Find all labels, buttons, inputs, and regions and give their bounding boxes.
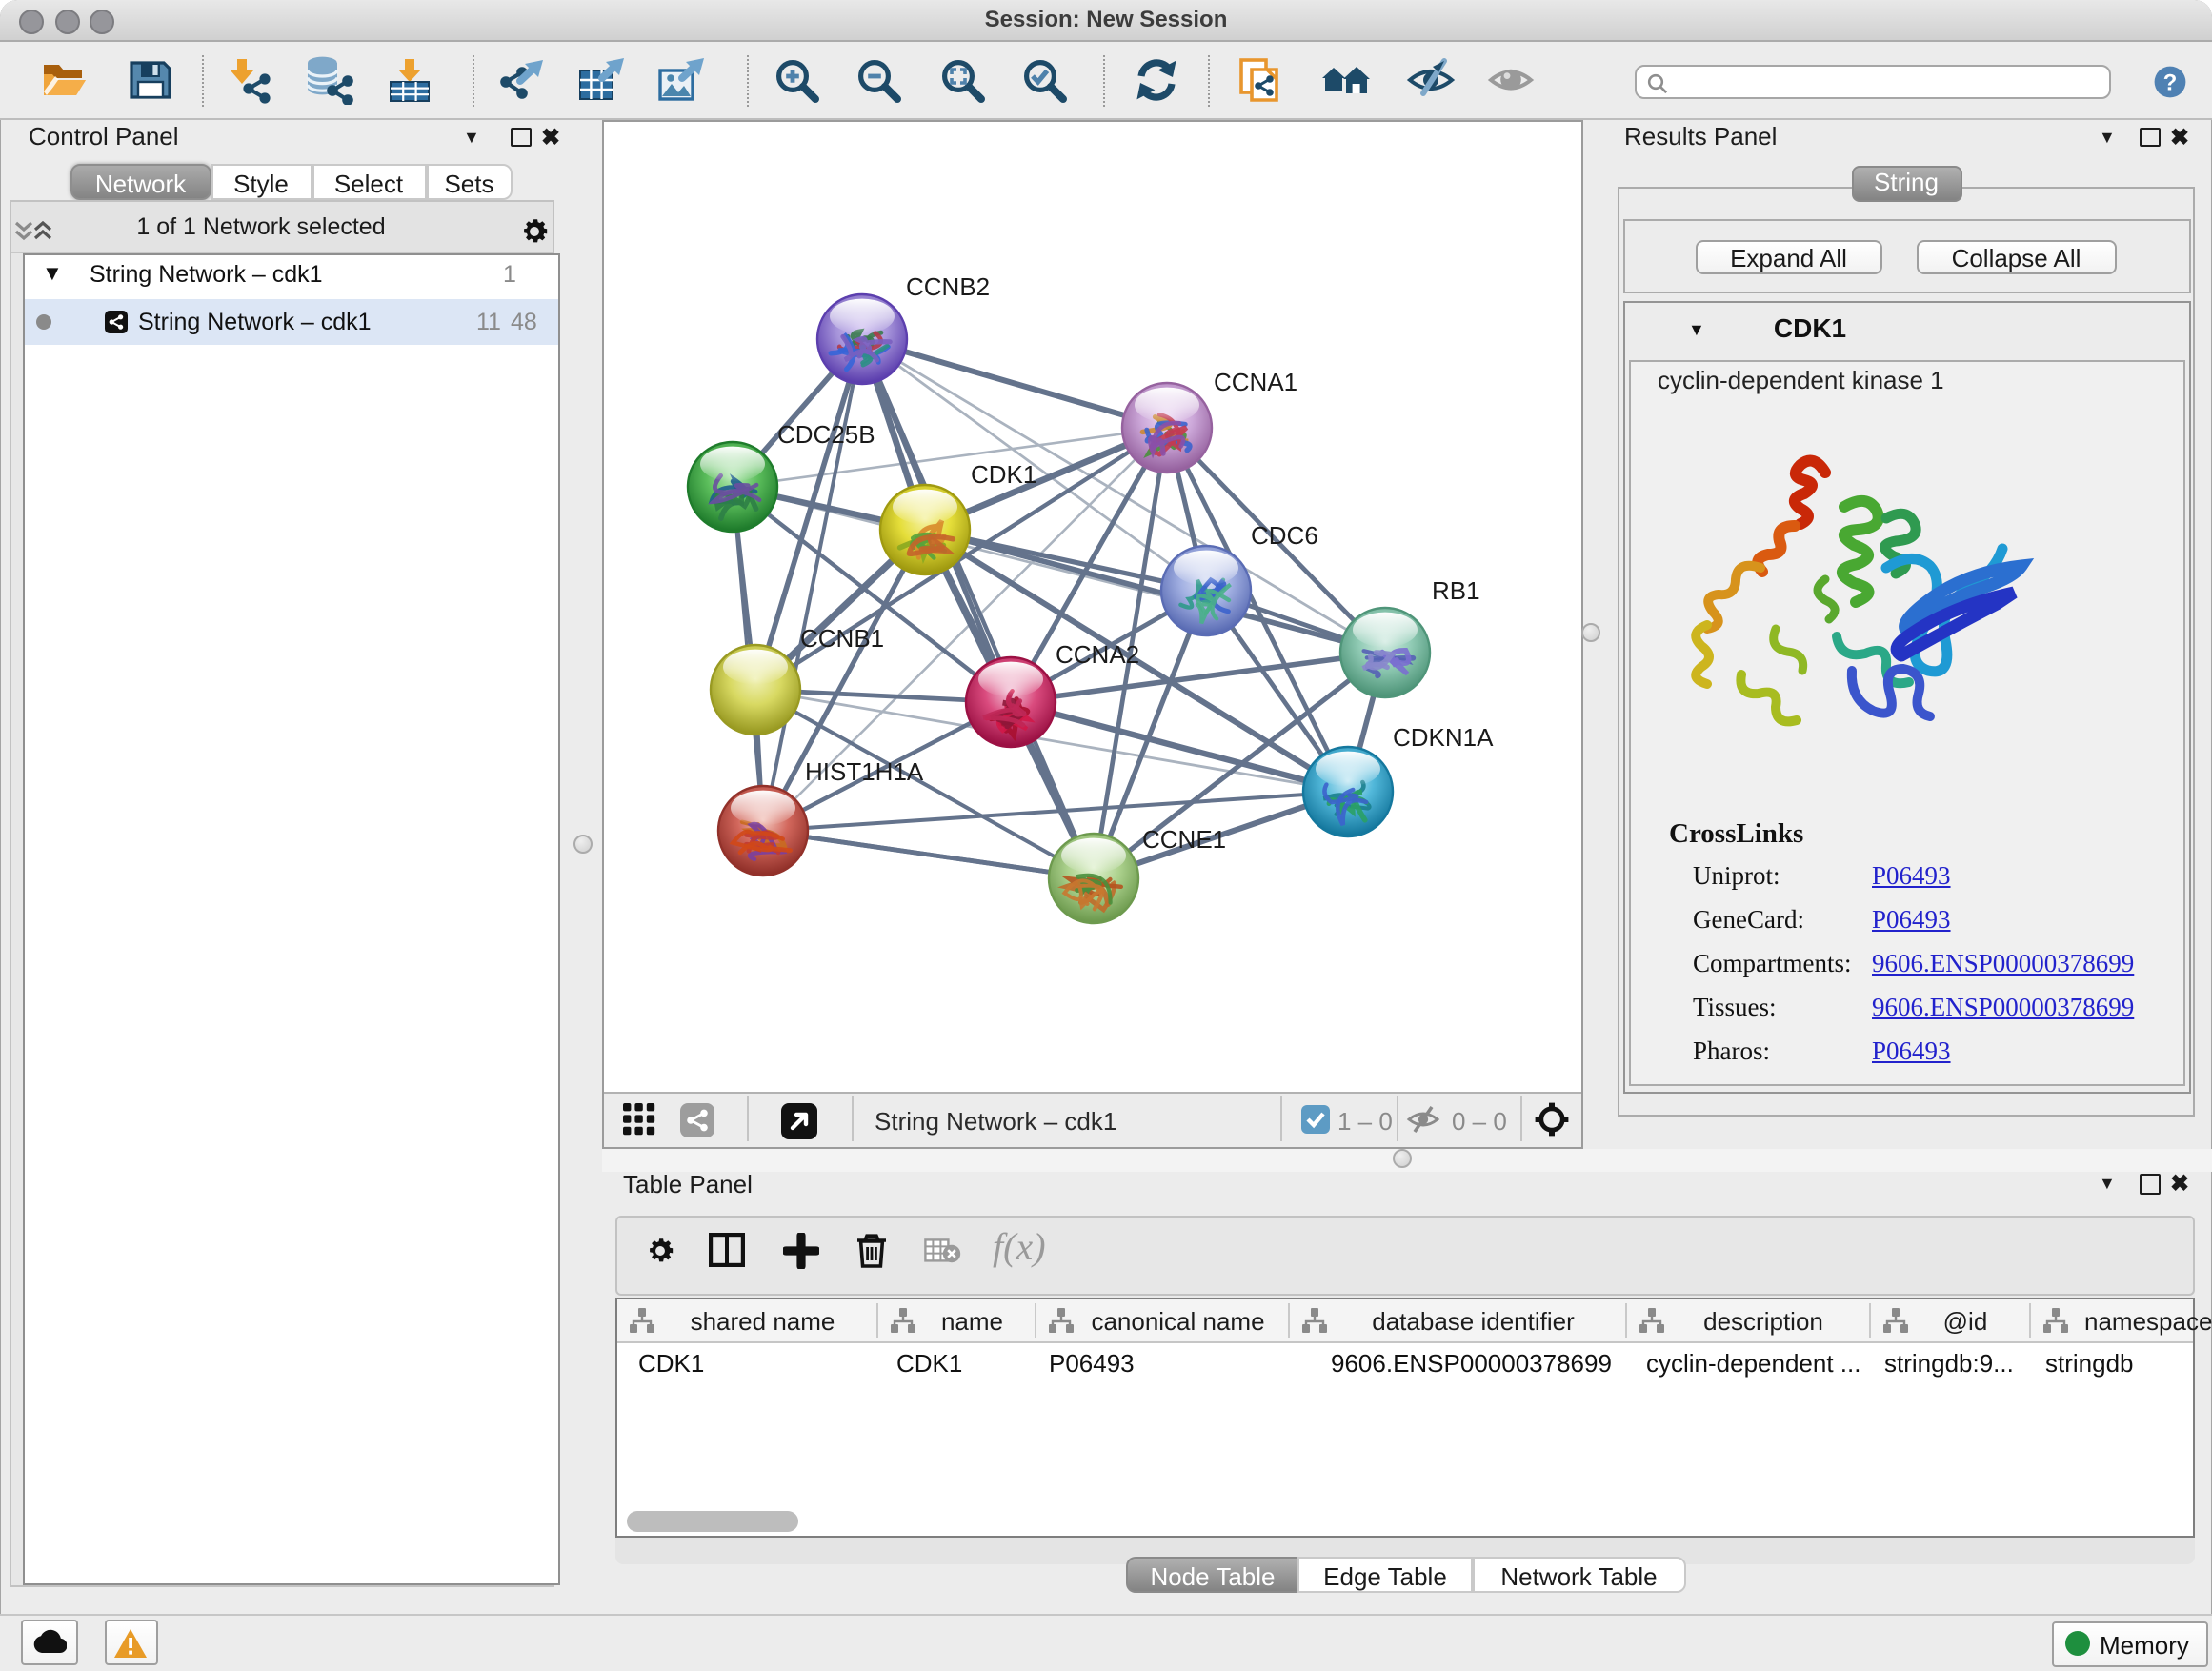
svg-text:CDC25B: CDC25B (776, 419, 875, 448)
svg-text:CDC6: CDC6 (1250, 520, 1317, 549)
svg-text:HIST1H1A: HIST1H1A (804, 756, 923, 785)
svg-text:CDK1: CDK1 (970, 459, 1036, 488)
svg-text:CCNA2: CCNA2 (1055, 639, 1138, 668)
svg-text:?: ? (2163, 69, 2178, 94)
svg-text:RB1: RB1 (1431, 575, 1479, 604)
svg-text:CCNA1: CCNA1 (1213, 367, 1297, 395)
svg-text:CCNE1: CCNE1 (1141, 824, 1225, 853)
svg-text:CDKN1A: CDKN1A (1392, 722, 1493, 751)
svg-text:CCNB2: CCNB2 (905, 272, 989, 300)
svg-text:CCNB1: CCNB1 (799, 623, 883, 652)
